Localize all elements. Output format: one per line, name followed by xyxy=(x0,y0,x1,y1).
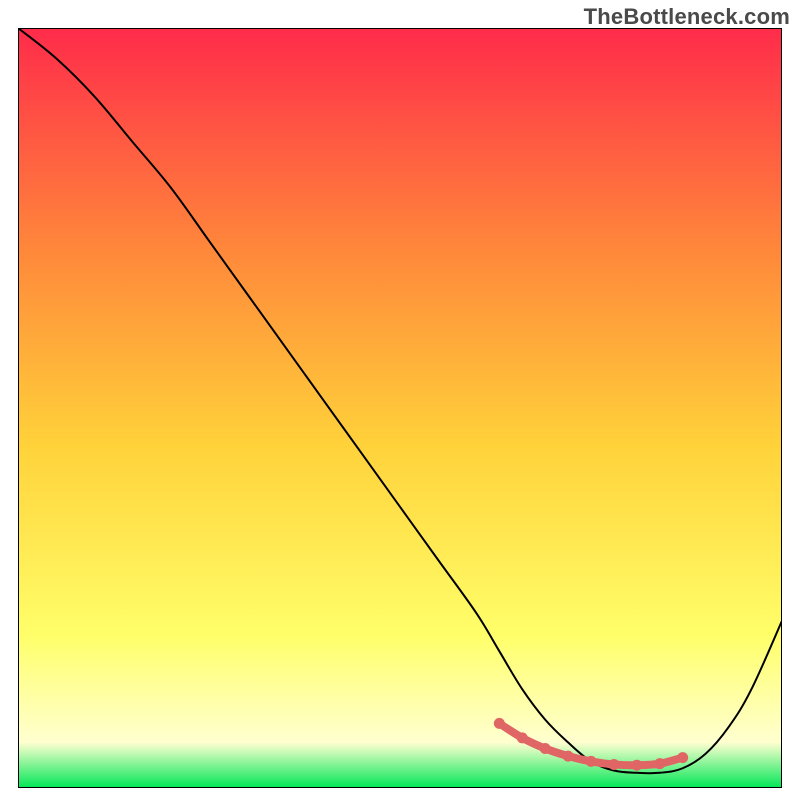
marker-dot xyxy=(563,751,574,762)
marker-dot xyxy=(494,718,505,729)
marker-dot xyxy=(586,756,597,767)
marker-dot xyxy=(631,760,642,771)
marker-dot xyxy=(677,752,688,763)
marker-dot xyxy=(608,759,619,770)
marker-dot xyxy=(654,758,665,769)
marker-dot xyxy=(540,743,551,754)
chart-svg xyxy=(18,28,782,788)
chart-stage: TheBottleneck.com xyxy=(0,0,800,800)
plot-area xyxy=(18,28,782,788)
watermark-text: TheBottleneck.com xyxy=(584,4,790,30)
marker-dot xyxy=(517,732,528,743)
